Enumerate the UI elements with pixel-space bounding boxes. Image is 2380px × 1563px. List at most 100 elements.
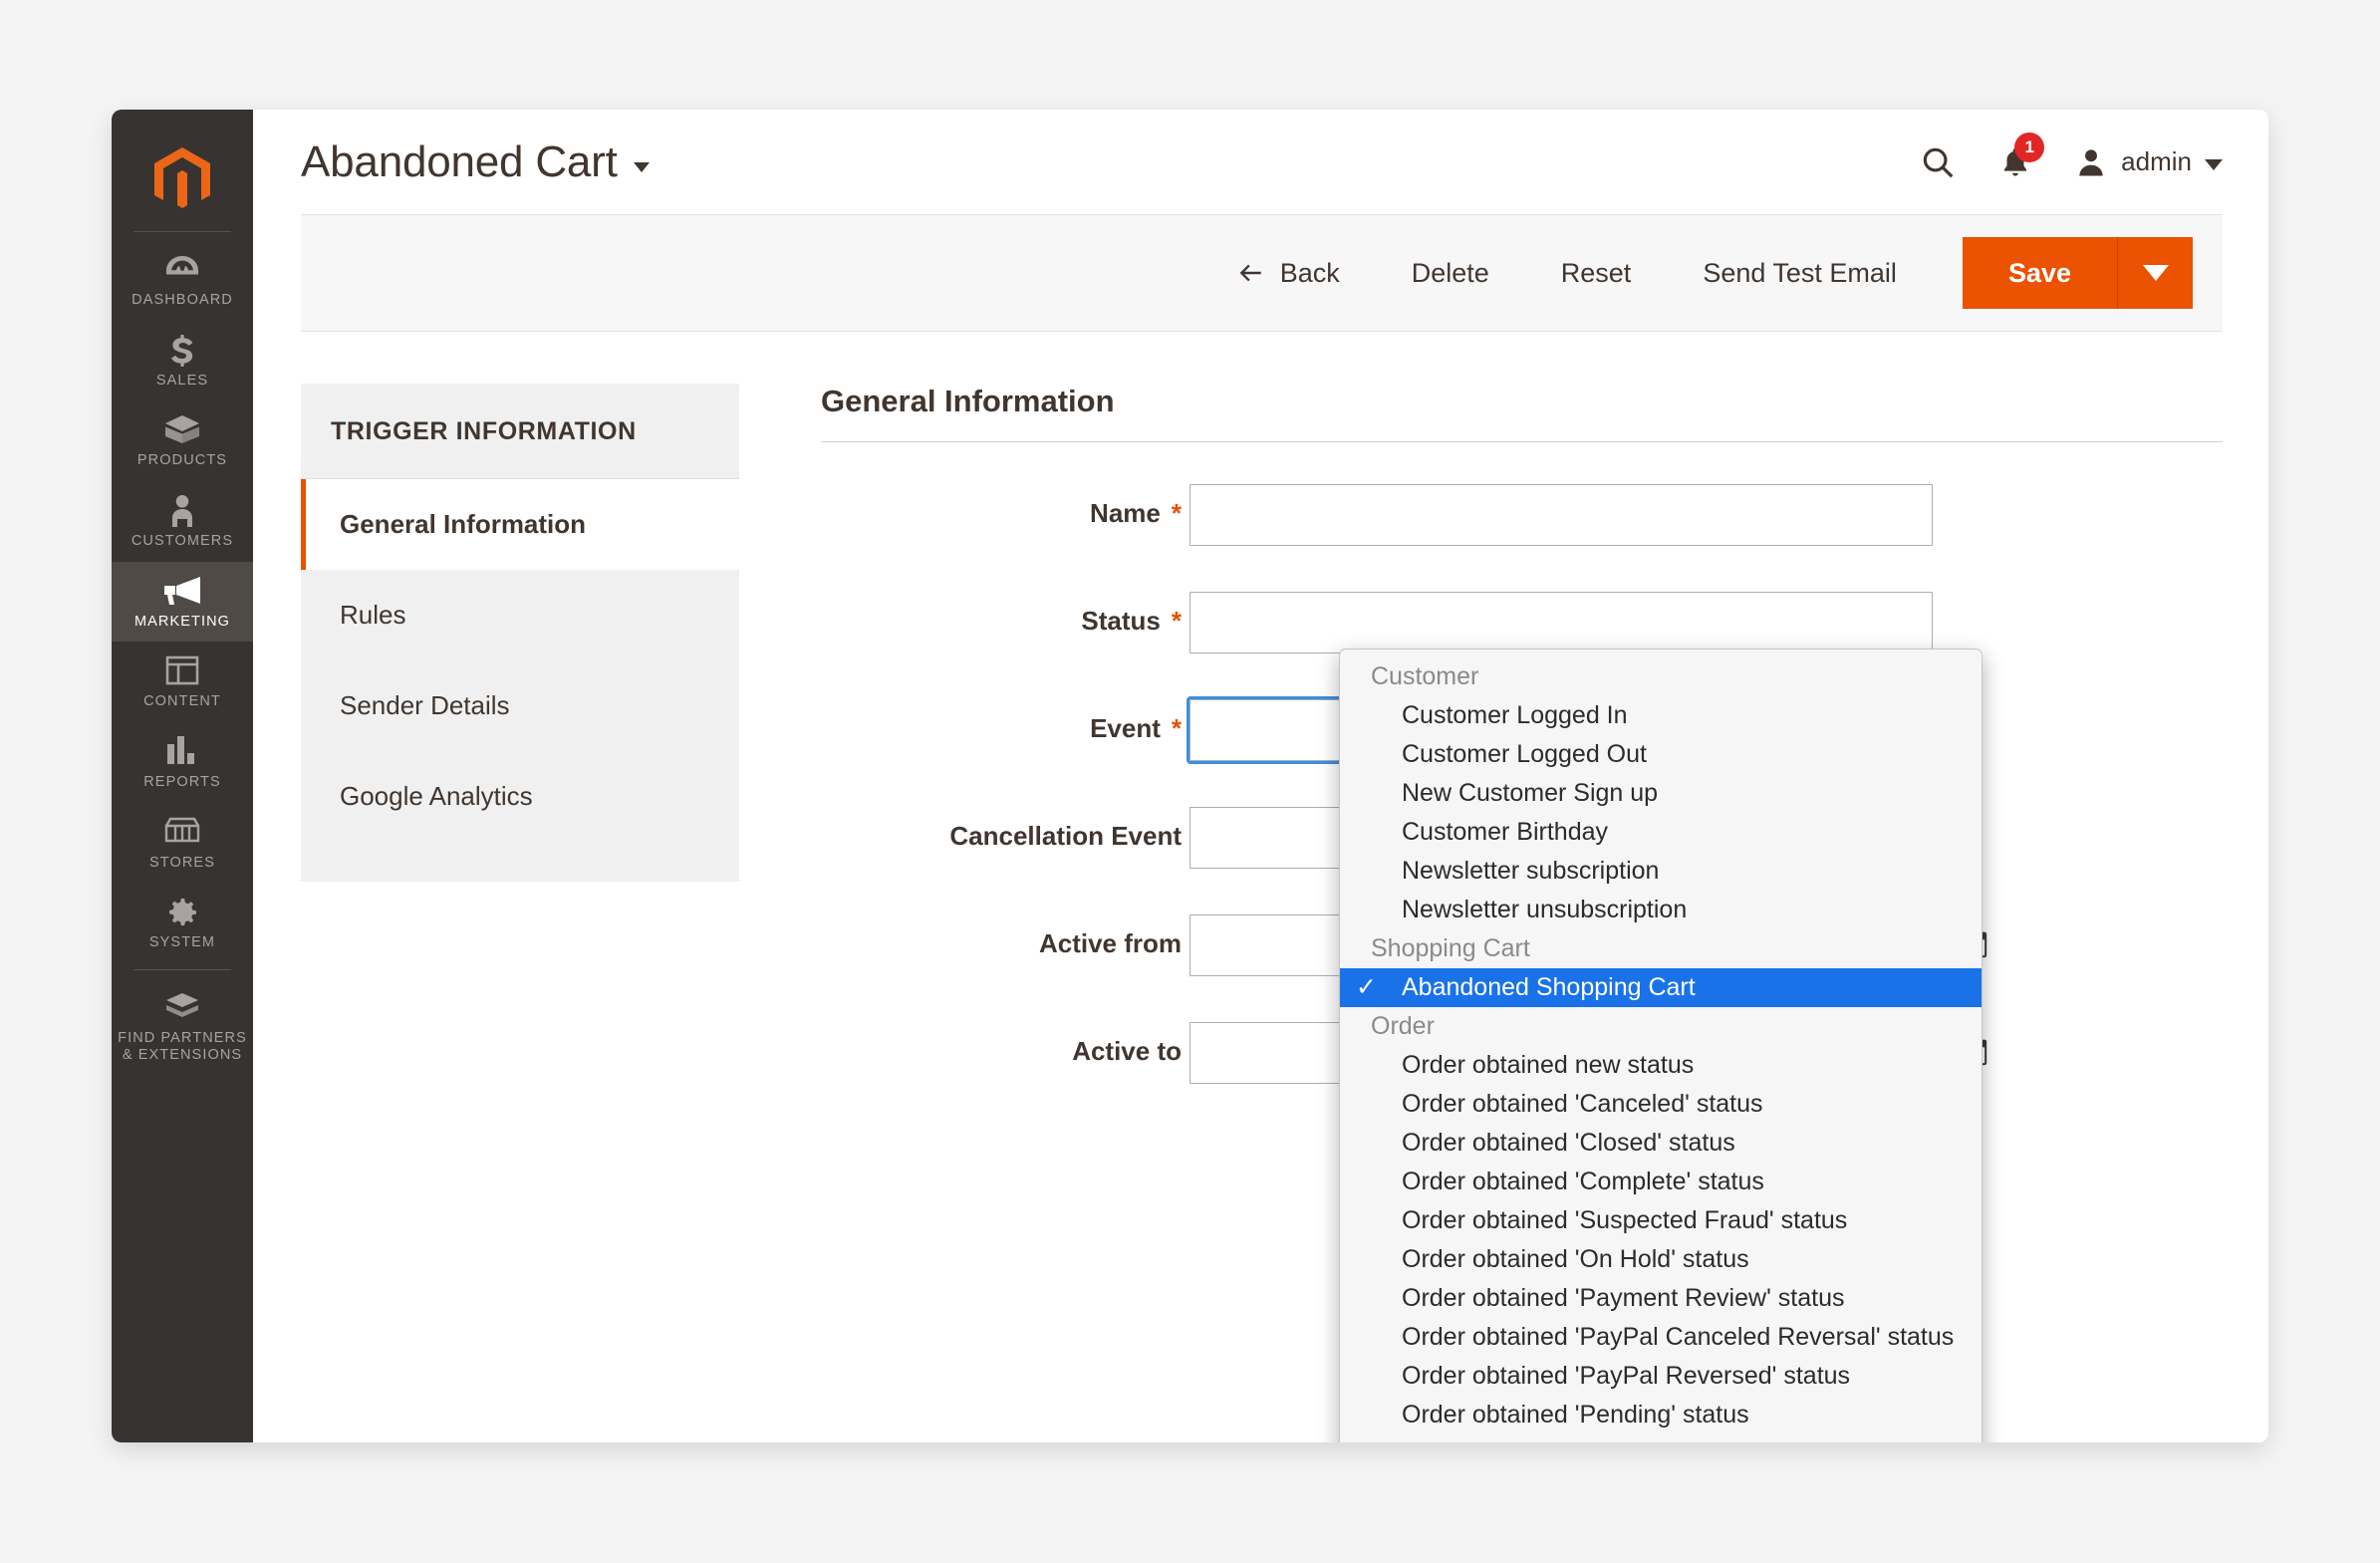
sidebar-item-label: Dashboard [132,292,233,308]
admin-menu[interactable]: admin [2074,145,2223,179]
back-button[interactable]: Back [1200,258,1376,289]
field-control-status [1190,592,2223,653]
name-input[interactable] [1190,484,1933,546]
dropdown-option[interactable]: Order obtained 'Closed' status [1340,1124,1982,1163]
status-select[interactable] [1190,592,1933,653]
trigger-tab-label: General Information [340,509,587,539]
page-header: Abandoned Cart 1 admin [253,110,2268,214]
trigger-tab-sender-details[interactable]: Sender Details [301,660,739,751]
dropdown-group-label: Shopping Cart [1371,934,1530,962]
header-actions: 1 admin [1919,131,2223,181]
page-title: Abandoned Cart [301,136,618,186]
dropdown-option[interactable]: Order obtained 'Canceled' status [1340,1085,1982,1124]
trigger-tab-google-analytics[interactable]: Google Analytics [301,751,739,842]
form-row-name: Name * [821,484,2223,546]
save-button-group: Save [1962,237,2193,309]
storefront-icon [116,817,249,851]
sidebar-item-label: Reports [143,774,221,791]
back-label: Back [1279,257,1340,288]
page-title-chevron-down-icon[interactable] [633,161,650,172]
dropdown-option[interactable]: Order obtained new status [1340,1046,1982,1085]
sidebar-item-label: Stores [149,854,215,871]
sidebar-divider-bottom [133,969,231,971]
sidebar-item-marketing[interactable]: Marketing [112,561,253,643]
save-options-chevron-down-icon[interactable] [2117,237,2193,309]
field-label-event: Event * [821,699,1190,744]
sidebar-item-label: Marketing [133,613,231,630]
trigger-tab-label: Google Analytics [340,781,533,811]
sidebar-item-system[interactable]: System [112,883,253,963]
dropdown-group-label: Customer [1371,662,1479,690]
field-label-text: Active to [1072,1036,1182,1066]
user-icon [2079,148,2103,175]
sidebar-item-find-partners-extensions[interactable]: Find Partners & Extensions [112,978,253,1075]
form-section-divider [821,441,2223,442]
trigger-tab-rules[interactable]: Rules [301,570,739,660]
delete-button[interactable]: Delete [1376,258,1525,289]
sidebar-item-content[interactable]: Content [112,642,253,722]
box-icon [116,414,249,448]
field-label-text: Active from [1038,928,1182,958]
gear-icon [116,897,249,930]
dropdown-option[interactable]: Order obtained 'PayPal Canceled Reversal… [1340,1318,1982,1357]
required-marker: * [1171,713,1182,743]
trigger-information-list: General Information Rules Sender Details Go… [301,479,739,882]
dropdown-option[interactable]: Newsletter subscription [1340,852,1982,891]
reset-button[interactable]: Reset [1525,258,1668,289]
field-label-active-from: Active from [821,914,1190,959]
dropdown-option[interactable]: Order obtained 'Complete' status [1340,1163,1982,1201]
field-label-text: Status [1081,606,1161,636]
dropdown-option[interactable]: Order obtained 'Pending' status [1340,1396,1982,1434]
sidebar-item-reports[interactable]: Reports [112,722,253,803]
save-button[interactable]: Save [1962,237,2117,309]
trigger-information-panel: Trigger Information General Information R… [301,384,739,1130]
dropdown-option[interactable]: Order obtained 'On Hold' status [1340,1240,1982,1279]
trigger-tab-general-information[interactable]: General Information [301,479,739,570]
sidebar-item-label: Products [136,452,228,469]
dropdown-option[interactable]: Order obtained 'PayPal Reversed' status [1340,1357,1982,1396]
sidebar-item-label: Content [143,693,221,710]
field-label-active-to: Active to [821,1022,1190,1067]
field-label-cancellation-event: Cancellation Event [821,807,1190,852]
search-icon[interactable] [1919,143,1957,181]
sidebar-item-label: Find Partners & Extensions [118,1030,247,1063]
dropdown-option[interactable]: Order obtained 'Suspected Fraud' status [1340,1201,1982,1240]
dropdown-option[interactable]: Newsletter unsubscription [1340,891,1982,929]
sidebar-item-products[interactable]: Products [112,400,253,481]
admin-window: Dashboard Sales Products Customers Marketing… [112,110,2268,1442]
trigger-information-heading-label: Trigger Information [331,417,637,445]
dropdown-option[interactable]: Customer Logged Out [1340,735,1982,774]
dashboard-icon [116,254,249,288]
dropdown-option[interactable]: Order obtained 'Pending Payment' status [1340,1434,1982,1442]
dropdown-option[interactable]: Customer Logged In [1340,696,1982,735]
dropdown-option[interactable]: New Customer Sign up [1340,774,1982,813]
arrow-left-icon [1239,264,1261,282]
notification-count-badge: 1 [2014,131,2045,162]
dropdown-option[interactable]: Abandoned Shopping Cart [1340,968,1982,1007]
sidebar-item-sales[interactable]: Sales [112,321,253,401]
layout-icon [116,655,249,689]
dropdown-option[interactable]: Order obtained 'Payment Review' status [1340,1279,1982,1318]
admin-chevron-down-icon[interactable] [2205,159,2223,170]
required-marker: * [1171,606,1182,636]
bar-chart-icon [116,736,249,770]
send-test-email-button[interactable]: Send Test Email [1667,258,1933,289]
dropdown-option[interactable]: Customer Birthday [1340,813,1982,852]
page-title-group: Abandoned Cart [301,137,650,187]
field-label-text: Name [1090,498,1161,528]
person-icon [116,495,249,529]
admin-sidebar: Dashboard Sales Products Customers Marketing… [112,110,253,1442]
action-toolbar: Back Delete Reset Send Test Email Save [301,214,2223,332]
trigger-tab-label: Rules [340,600,406,630]
admin-username: admin [2121,146,2192,176]
bell-icon[interactable]: 1 [1998,131,2045,180]
sidebar-item-label: Sales [155,372,209,389]
main-pane: Abandoned Cart 1 admin Back Delete Reset… [253,110,2268,1442]
event-dropdown-popup[interactable]: Customer Customer Logged In Customer Logge… [1339,649,1983,1442]
megaphone-icon [116,576,249,610]
sidebar-item-customers[interactable]: Customers [112,481,253,562]
magento-logo[interactable] [112,133,253,225]
sidebar-item-stores[interactable]: Stores [112,803,253,884]
sidebar-item-dashboard[interactable]: Dashboard [112,240,253,321]
field-control-name [1190,484,2223,546]
